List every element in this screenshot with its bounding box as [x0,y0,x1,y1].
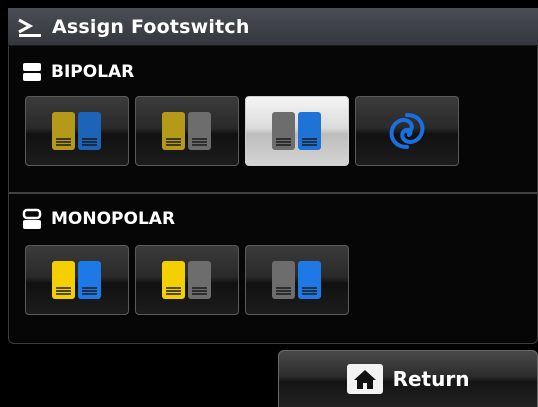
bipolar-yellow-blue-button[interactable] [25,96,129,166]
title-bar: Assign Footswitch [8,8,538,46]
monopolar-gray-blue-button[interactable] [245,245,349,315]
pedal-yellow-gray-icon [162,261,211,299]
bipolar-label: BIPOLAR [51,62,135,82]
return-button[interactable]: Return [278,350,538,407]
bipolar-swirl-button[interactable] [355,96,459,166]
return-label: Return [392,367,470,391]
section-divider [9,192,537,194]
bipolar-mode-icon [23,63,41,81]
pedal-yellow-blue-icon [52,112,101,150]
monopolar-label: MONOPOLAR [51,209,176,229]
pedal-gray-blue-icon [272,261,321,299]
bipolar-yellow-gray-button[interactable] [135,96,239,166]
bipolar-section-label: BIPOLAR [21,62,134,82]
swirl-icon [389,113,425,149]
pedal-yellow-blue-icon [52,261,101,299]
page-title: Assign Footswitch [52,15,250,38]
monopolar-mode-icon [22,208,42,229]
monopolar-yellow-gray-button[interactable] [135,245,239,315]
monopolar-yellow-blue-button[interactable] [25,245,129,315]
footswitch-panel: BIPOLAR MONOPOLAR [8,46,538,344]
home-icon [346,364,383,394]
pedal-yellow-gray-icon [162,112,211,150]
footswitch-icon [18,18,41,37]
bipolar-gray-blue-button[interactable] [245,96,349,166]
pedal-gray-blue-icon [272,112,321,150]
monopolar-section-label: MONOPOLAR [21,208,175,230]
